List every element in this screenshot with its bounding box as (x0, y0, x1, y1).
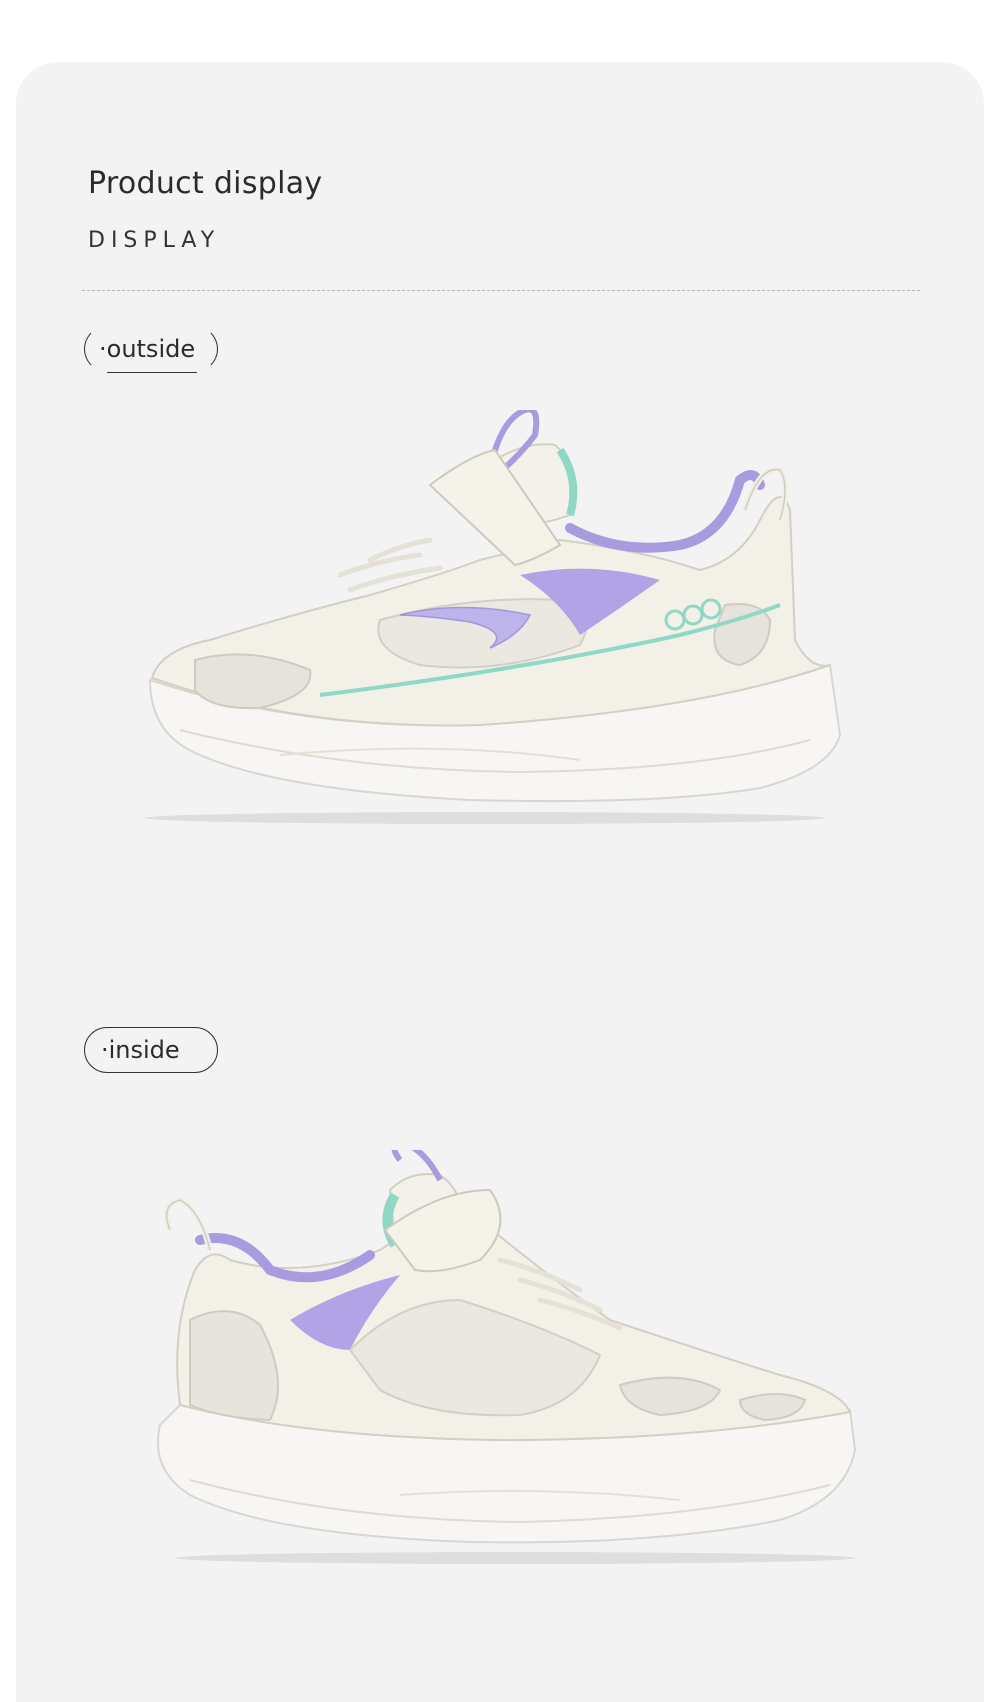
section-title: Product display (88, 166, 323, 201)
dashed-divider (82, 290, 920, 291)
label-underline (107, 371, 197, 373)
sneaker-inside-image (157, 1150, 857, 1564)
inside-view-label-text: ·inside (101, 1036, 180, 1064)
inside-view-label: ·inside (84, 1027, 218, 1073)
outside-view-label: ·outside (84, 326, 218, 373)
section-subtitle: DISPLAY (88, 228, 221, 253)
outside-view-label-text: ·outside (99, 335, 196, 363)
sneaker-outside-image (145, 410, 842, 824)
